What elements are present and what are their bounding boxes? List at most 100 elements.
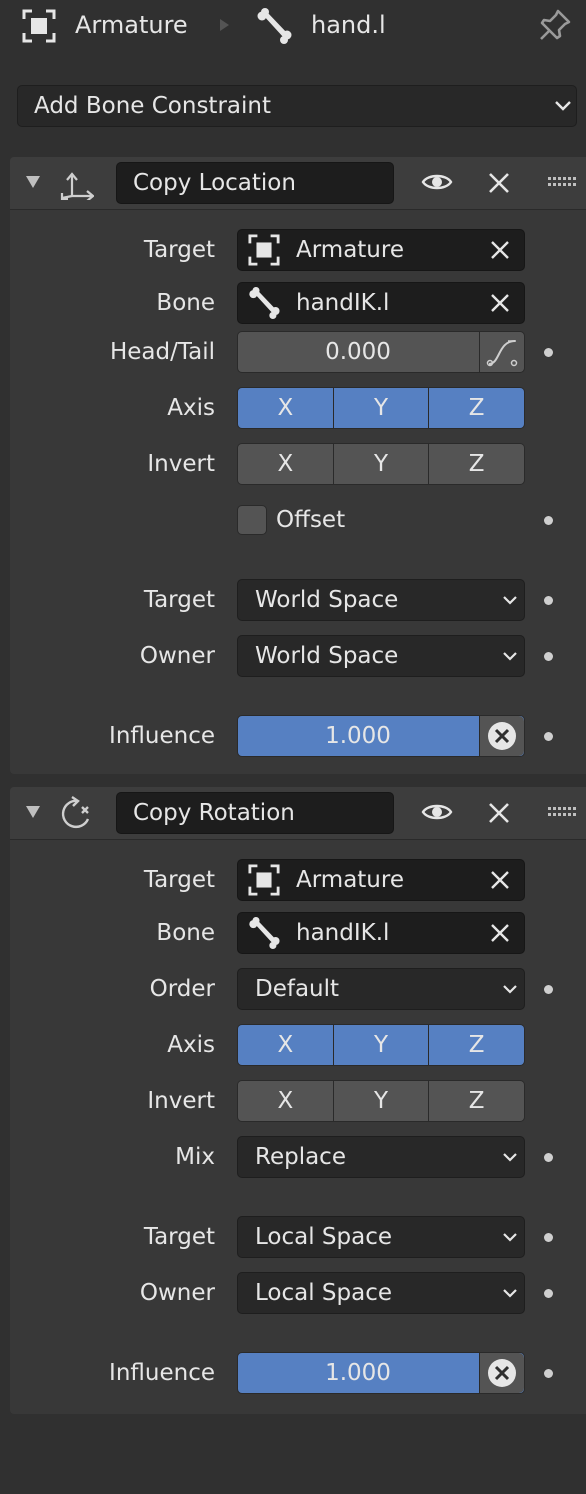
disable-keep-transform-button[interactable] bbox=[479, 1353, 524, 1393]
owner-space-label: Owner bbox=[139, 643, 215, 669]
order-dropdown[interactable]: Default bbox=[237, 968, 525, 1010]
bone-label: Bone bbox=[156, 290, 215, 316]
influence-value: 1.000 bbox=[325, 723, 391, 749]
add-bone-constraint-label: Add Bone Constraint bbox=[34, 93, 271, 119]
chevron-down-icon bbox=[503, 652, 517, 661]
invert-y-toggle[interactable]: Y bbox=[332, 1081, 429, 1121]
axis-z-toggle[interactable]: Z bbox=[428, 1025, 524, 1065]
x-circle-icon bbox=[488, 1359, 516, 1387]
invert-toggle-group: X Y Z bbox=[237, 1080, 525, 1122]
bone-icon bbox=[257, 8, 292, 44]
target-space-value: World Space bbox=[255, 587, 399, 613]
constraint-header: Copy Rotation bbox=[10, 787, 586, 840]
chevron-down-icon bbox=[503, 596, 517, 605]
influence-label: Influence bbox=[109, 723, 215, 749]
eye-icon[interactable] bbox=[421, 170, 453, 194]
eye-icon[interactable] bbox=[421, 800, 453, 824]
invert-z-toggle[interactable]: Z bbox=[428, 444, 524, 484]
keyframe-dot[interactable] bbox=[544, 1153, 553, 1162]
influence-slider[interactable]: 1.000 bbox=[237, 1352, 525, 1394]
keyframe-dot[interactable] bbox=[544, 1289, 553, 1298]
head-tail-field[interactable]: 0.000 bbox=[237, 331, 525, 373]
invert-z-toggle[interactable]: Z bbox=[428, 1081, 524, 1121]
invert-x-toggle[interactable]: X bbox=[238, 1081, 333, 1121]
add-bone-constraint-dropdown[interactable]: Add Bone Constraint bbox=[17, 85, 577, 127]
clear-icon[interactable] bbox=[490, 870, 510, 890]
bone-field[interactable]: handIK.l bbox=[237, 282, 525, 324]
use-bbone-toggle[interactable] bbox=[479, 332, 524, 372]
target-field[interactable]: Armature bbox=[237, 859, 525, 901]
target-space-dropdown[interactable]: Local Space bbox=[237, 1216, 525, 1258]
axis-toggle-group: X Y Z bbox=[237, 1024, 525, 1066]
owner-space-dropdown[interactable]: World Space bbox=[237, 635, 525, 677]
invert-y-toggle[interactable]: Y bbox=[332, 444, 429, 484]
constraint-name: Copy Rotation bbox=[133, 800, 295, 826]
order-label: Order bbox=[149, 976, 215, 1002]
drag-handle-icon[interactable] bbox=[548, 807, 576, 817]
offset-checkbox[interactable] bbox=[237, 505, 267, 535]
head-tail-value: 0.000 bbox=[325, 339, 391, 365]
constraint-panel-copy-rotation: Copy Rotation Target Armature Bone handI… bbox=[10, 787, 586, 1414]
influence-label: Influence bbox=[109, 1360, 215, 1386]
target-space-value: Local Space bbox=[255, 1224, 393, 1250]
breadcrumb-bone: hand.l bbox=[311, 11, 386, 39]
influence-slider[interactable]: 1.000 bbox=[237, 715, 525, 757]
axis-x-toggle[interactable]: X bbox=[238, 1025, 333, 1065]
breadcrumb-arrow-icon bbox=[220, 19, 229, 31]
close-icon[interactable] bbox=[488, 172, 510, 194]
target-space-label: Target bbox=[143, 1224, 215, 1250]
mix-value: Replace bbox=[255, 1144, 346, 1170]
invert-label: Invert bbox=[147, 1088, 215, 1114]
keyframe-dot[interactable] bbox=[544, 652, 553, 661]
bone-value: handIK.l bbox=[296, 920, 390, 946]
constraint-name-field[interactable]: Copy Rotation bbox=[116, 792, 394, 834]
target-value: Armature bbox=[296, 237, 404, 263]
bone-icon bbox=[249, 917, 280, 949]
owner-space-dropdown[interactable]: Local Space bbox=[237, 1272, 525, 1314]
close-icon[interactable] bbox=[488, 802, 510, 824]
keyframe-dot[interactable] bbox=[544, 985, 553, 994]
keyframe-dot[interactable] bbox=[544, 348, 553, 357]
pin-icon[interactable] bbox=[538, 8, 572, 42]
keyframe-dot[interactable] bbox=[544, 1369, 553, 1378]
drag-handle-icon[interactable] bbox=[548, 177, 576, 187]
offset-label[interactable]: Offset bbox=[276, 500, 345, 540]
mix-dropdown[interactable]: Replace bbox=[237, 1136, 525, 1178]
target-space-dropdown[interactable]: World Space bbox=[237, 579, 525, 621]
collapse-triangle-icon[interactable] bbox=[25, 805, 41, 819]
axis-y-toggle[interactable]: Y bbox=[332, 388, 429, 428]
axis-x-toggle[interactable]: X bbox=[238, 388, 333, 428]
target-label: Target bbox=[143, 867, 215, 893]
mix-label: Mix bbox=[175, 1144, 215, 1170]
constraint-name: Copy Location bbox=[133, 170, 296, 196]
copy-rotation-icon bbox=[61, 796, 90, 829]
copy-location-icon bbox=[60, 172, 94, 200]
chevron-down-icon bbox=[503, 1289, 517, 1298]
keyframe-dot[interactable] bbox=[544, 596, 553, 605]
target-field[interactable]: Armature bbox=[237, 229, 525, 271]
constraint-panel-copy-location: Copy Location Target Armature Bone handI… bbox=[10, 157, 586, 774]
clear-icon[interactable] bbox=[490, 923, 510, 943]
chevron-down-icon bbox=[555, 101, 571, 111]
keyframe-dot[interactable] bbox=[544, 732, 553, 741]
owner-space-label: Owner bbox=[139, 1280, 215, 1306]
clear-icon[interactable] bbox=[490, 293, 510, 313]
axis-z-toggle[interactable]: Z bbox=[428, 388, 524, 428]
bone-value: handIK.l bbox=[296, 290, 390, 316]
bone-label: Bone bbox=[156, 920, 215, 946]
collapse-triangle-icon[interactable] bbox=[25, 175, 41, 189]
chevron-down-icon bbox=[503, 985, 517, 994]
bone-field[interactable]: handIK.l bbox=[237, 912, 525, 954]
chevron-down-icon bbox=[503, 1153, 517, 1162]
clear-icon[interactable] bbox=[490, 240, 510, 260]
curve-icon bbox=[486, 340, 518, 367]
axis-y-toggle[interactable]: Y bbox=[332, 1025, 429, 1065]
keyframe-dot[interactable] bbox=[544, 516, 553, 525]
keyframe-dot[interactable] bbox=[544, 1233, 553, 1242]
disable-keep-transform-button[interactable] bbox=[479, 716, 524, 756]
influence-value: 1.000 bbox=[325, 1360, 391, 1386]
breadcrumb-object: Armature bbox=[75, 11, 188, 39]
constraint-name-field[interactable]: Copy Location bbox=[116, 162, 394, 204]
owner-space-value: Local Space bbox=[255, 1280, 393, 1306]
invert-x-toggle[interactable]: X bbox=[238, 444, 333, 484]
